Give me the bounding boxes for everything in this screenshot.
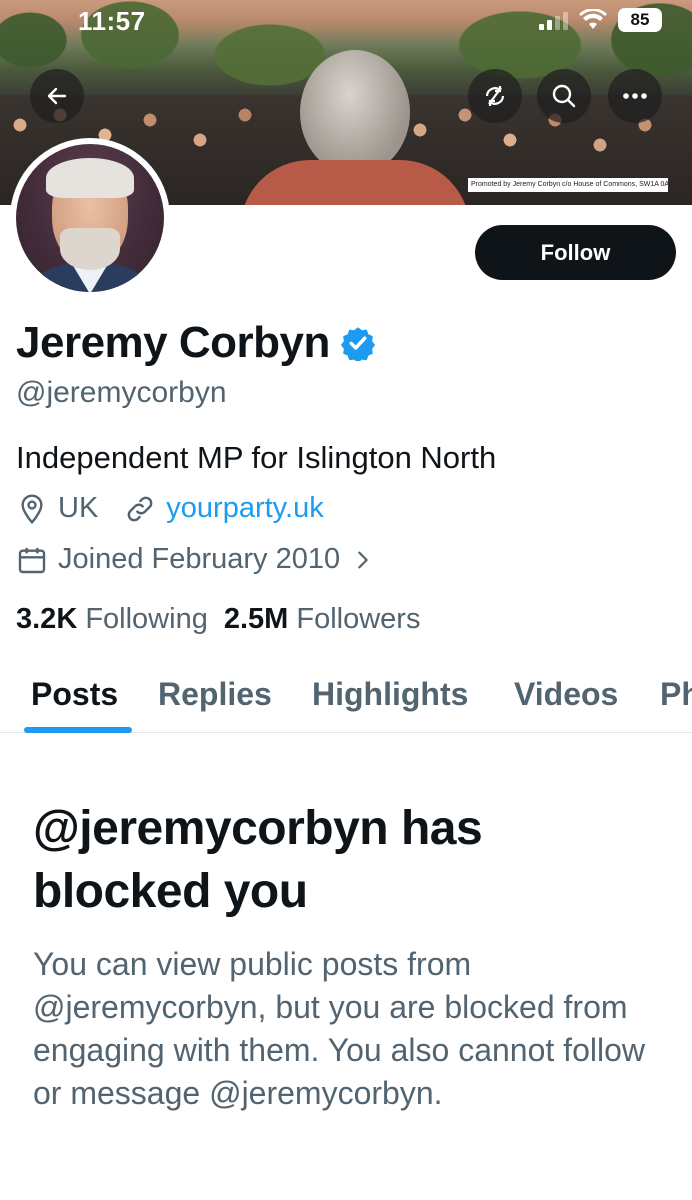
profile-tabs: Posts Replies Highlights Videos Ph <box>0 660 692 733</box>
tab-replies[interactable]: Replies <box>158 676 272 713</box>
tab-highlights[interactable]: Highlights <box>312 676 468 713</box>
calendar-icon <box>18 547 46 573</box>
profile-avatar[interactable] <box>10 138 170 298</box>
followers-count: 2.5M <box>223 603 289 635</box>
more-horizontal-icon <box>623 93 647 99</box>
tab-photos[interactable]: Ph <box>660 676 692 713</box>
avatar-hair <box>46 158 134 198</box>
profile-website-link[interactable]: yourparty.uk <box>166 492 323 525</box>
location-pin-icon <box>21 493 43 524</box>
followers-label: Followers <box>296 603 421 635</box>
arrow-left-icon <box>47 87 67 105</box>
follow-button[interactable]: Follow <box>475 225 676 280</box>
avatar-photo <box>16 144 164 292</box>
profile-joined-date: Joined February 2010 <box>58 543 341 575</box>
profile-joined-row[interactable]: Joined February 2010 <box>16 543 374 576</box>
profile-name: Jeremy Corbyn <box>16 318 330 367</box>
avatar-beard <box>60 228 120 270</box>
cellular-signal-icon <box>539 10 568 30</box>
sync-button[interactable] <box>468 69 522 123</box>
more-button[interactable] <box>608 69 662 123</box>
tab-posts[interactable]: Posts <box>31 676 118 713</box>
tab-videos[interactable]: Videos <box>514 676 618 713</box>
profile-name-row: Jeremy Corbyn <box>16 318 376 368</box>
following-count: 3.2K <box>16 603 78 635</box>
verified-badge-icon[interactable] <box>340 325 376 361</box>
search-button[interactable] <box>537 69 591 123</box>
back-button[interactable] <box>30 69 84 123</box>
profile-handle: @jeremycorbyn <box>16 376 227 409</box>
following-link[interactable]: 3.2K Following <box>16 603 208 636</box>
status-time: 11:57 <box>78 6 146 36</box>
followers-link[interactable]: 2.5M Followers <box>224 603 421 636</box>
profile-location: UK <box>58 492 99 524</box>
blocked-title: @jeremycorbyn has blocked you <box>33 802 483 918</box>
sync-off-icon <box>485 86 505 106</box>
banner-speaker-head <box>300 50 410 175</box>
following-label: Following <box>85 603 208 635</box>
banner-promoted-text: Promoted by Jeremy Corbyn c/o House of C… <box>468 178 668 192</box>
blocked-body: You can view public posts from @jeremyco… <box>33 946 645 1111</box>
profile-stats: 3.2K Following 2.5M Followers <box>16 603 420 636</box>
wifi-icon <box>579 9 607 29</box>
active-tab-indicator <box>24 727 132 733</box>
chevron-right-icon <box>358 551 368 568</box>
profile-bio: Independent MP for Islington North <box>16 440 497 475</box>
profile-meta-row: UK yourparty.uk <box>16 492 324 525</box>
battery-icon: 85 <box>618 8 662 32</box>
status-icons: 85 <box>539 8 662 32</box>
search-icon <box>552 84 576 108</box>
link-icon <box>127 496 153 521</box>
